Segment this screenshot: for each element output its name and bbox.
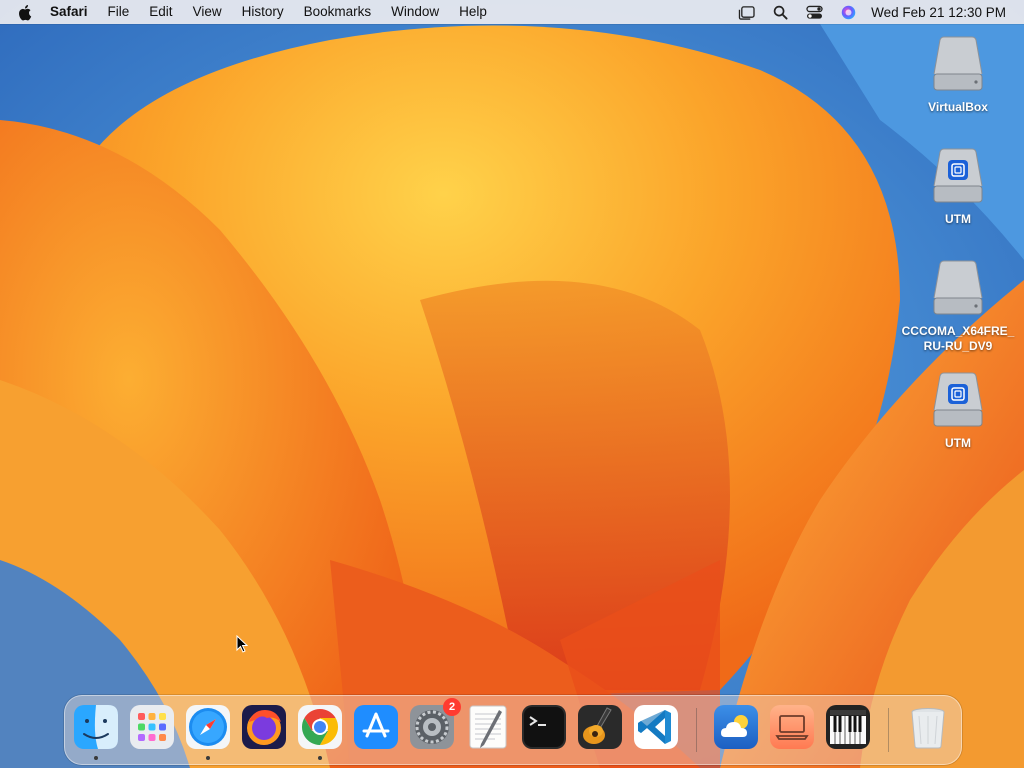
- disk-image-icon: [933, 36, 983, 91]
- menu-bar: Safari File Edit View History Bookmarks …: [0, 0, 1024, 24]
- dock-separator: [696, 708, 697, 752]
- dock-separator: [888, 708, 889, 752]
- menu-edit[interactable]: Edit: [139, 0, 182, 24]
- dock-item-trash[interactable]: [905, 704, 951, 750]
- vscode-icon: [634, 705, 678, 749]
- utm-disk-icon: [933, 372, 983, 427]
- disk-image-icon: [933, 260, 983, 315]
- dock-item-app-store[interactable]: [353, 704, 399, 750]
- dock-item-terminal[interactable]: [521, 704, 567, 750]
- menu-history[interactable]: History: [232, 0, 294, 24]
- weather-icon: [714, 705, 758, 749]
- desktop-icon-virtualbox[interactable]: VirtualBox: [898, 34, 1018, 115]
- app-store-icon: [354, 705, 398, 749]
- dock-item-finder[interactable]: [73, 704, 119, 750]
- trash-icon: [911, 708, 945, 749]
- dock: 2: [64, 695, 962, 765]
- dock-item-piano[interactable]: [825, 704, 871, 750]
- desktop-icon-utm-1[interactable]: UTM: [898, 146, 1018, 227]
- desktop-icon-label: UTM: [945, 212, 971, 226]
- menu-file[interactable]: File: [98, 0, 140, 24]
- dock-item-weather[interactable]: [713, 704, 759, 750]
- desktop-icon-cccoma[interactable]: CCCOMA_X64FRE_RU-RU_DV9: [898, 258, 1018, 354]
- dock-item-textedit[interactable]: [465, 704, 511, 750]
- menubar-clock[interactable]: Wed Feb 21 12:30 PM: [871, 5, 1006, 20]
- menu-bookmarks[interactable]: Bookmarks: [294, 0, 382, 24]
- running-indicator: [94, 756, 98, 760]
- finder-icon: [74, 705, 118, 749]
- siri-icon[interactable]: [838, 4, 858, 20]
- safari-icon: [186, 705, 230, 749]
- dock-item-launchpad[interactable]: [129, 704, 175, 750]
- desktop-icon-label: UTM: [945, 436, 971, 450]
- dock-item-chrome[interactable]: [297, 704, 343, 750]
- dock-item-firefox[interactable]: [241, 704, 287, 750]
- stage-manager-icon[interactable]: [736, 4, 756, 20]
- notification-badge: 2: [443, 698, 461, 716]
- menu-window[interactable]: Window: [381, 0, 449, 24]
- search-icon[interactable]: [770, 4, 790, 20]
- control-center-icon[interactable]: [804, 4, 824, 20]
- desktop-icon-label: VirtualBox: [928, 100, 988, 114]
- running-indicator: [318, 756, 322, 760]
- dock-item-vscode[interactable]: [633, 704, 679, 750]
- desktop-wallpaper: [0, 0, 1024, 768]
- launchpad-icon: [130, 705, 174, 749]
- dock-item-safari[interactable]: [185, 704, 231, 750]
- apple-menu-icon[interactable]: [18, 4, 34, 21]
- dock-item-garageband[interactable]: [577, 704, 623, 750]
- garageband-icon: [578, 705, 622, 749]
- menu-help[interactable]: Help: [449, 0, 497, 24]
- dock-item-system-settings[interactable]: 2: [409, 698, 461, 750]
- firefox-icon: [242, 705, 286, 749]
- dock-item-screen-sharing[interactable]: [769, 704, 815, 750]
- mouse-cursor-icon: [236, 635, 248, 653]
- desktop-icon-label: CCCOMA_X64FRE_RU-RU_DV9: [901, 324, 1015, 353]
- terminal-icon: [522, 705, 566, 749]
- menu-app-name[interactable]: Safari: [48, 0, 98, 24]
- chrome-icon: [298, 705, 342, 749]
- textedit-icon: [469, 705, 507, 749]
- utm-disk-icon: [933, 148, 983, 203]
- menu-view[interactable]: View: [183, 0, 232, 24]
- desktop-icon-utm-2[interactable]: UTM: [898, 370, 1018, 451]
- running-indicator: [206, 756, 210, 760]
- screen-sharing-icon: [770, 705, 814, 749]
- piano-icon: [826, 705, 870, 749]
